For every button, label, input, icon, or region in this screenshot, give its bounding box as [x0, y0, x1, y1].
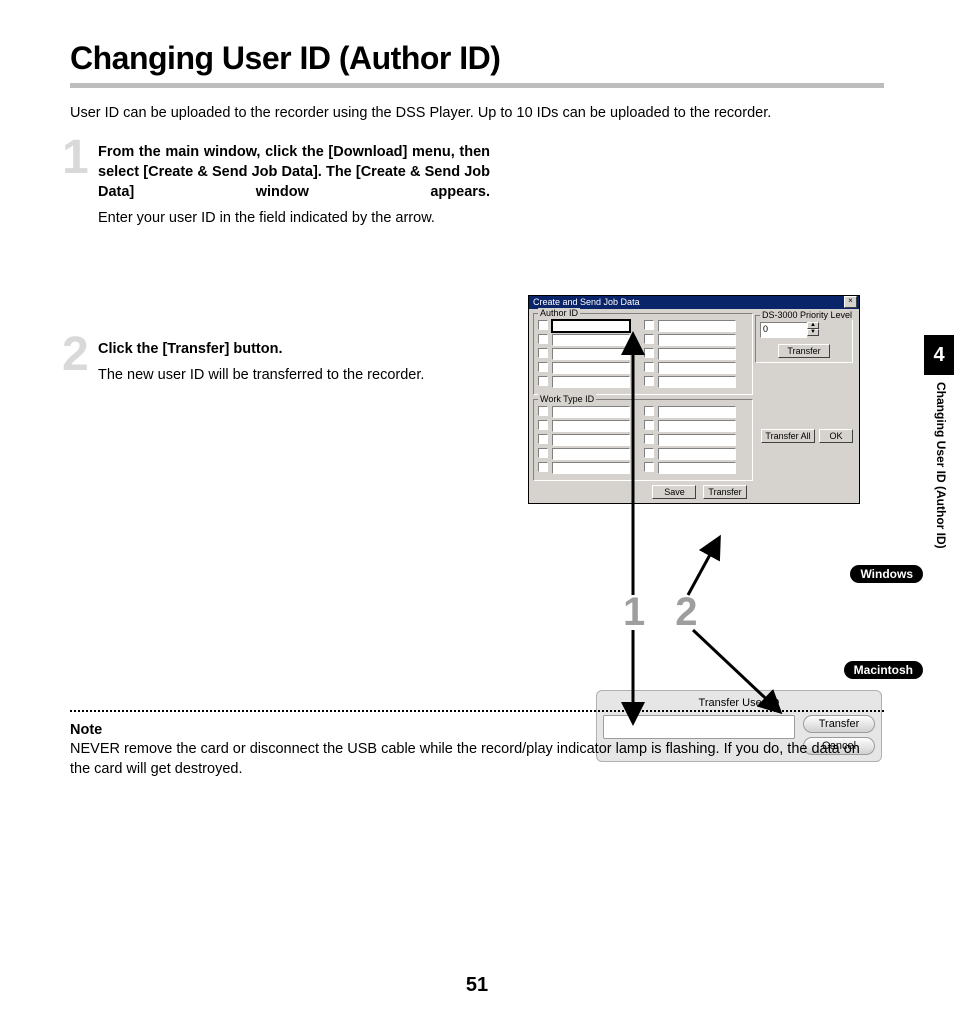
- work-type-field[interactable]: [658, 462, 736, 474]
- checkbox[interactable]: [644, 420, 654, 430]
- step-1: 1 From the main window, click the [Downl…: [70, 142, 490, 229]
- checkbox[interactable]: [644, 448, 654, 458]
- ok-button[interactable]: OK: [819, 429, 853, 443]
- step-1-heading: From the main window, click the [Downloa…: [98, 142, 490, 203]
- checkbox[interactable]: [644, 406, 654, 416]
- callout-1: 1: [623, 590, 645, 635]
- note-body: NEVER remove the card or disconnect the …: [70, 740, 884, 779]
- checkbox[interactable]: [644, 462, 654, 472]
- callout-2: 2: [675, 590, 697, 635]
- checkbox[interactable]: [538, 334, 548, 344]
- figure-area: Create and Send Job Data × Author ID Wor…: [528, 295, 923, 504]
- checkbox[interactable]: [644, 376, 654, 386]
- checkbox[interactable]: [644, 334, 654, 344]
- spinner-down-icon[interactable]: ▼: [807, 329, 819, 336]
- spinner-up-icon[interactable]: ▲: [807, 322, 819, 329]
- priority-spinner[interactable]: 0 ▲ ▼: [760, 322, 848, 338]
- author-id-field[interactable]: [552, 362, 630, 374]
- author-id-field[interactable]: [658, 348, 736, 360]
- work-type-field[interactable]: [658, 420, 736, 432]
- priority-value[interactable]: 0: [760, 322, 807, 338]
- checkbox[interactable]: [538, 320, 548, 330]
- side-running-title: Changing User ID (Author ID): [934, 382, 948, 549]
- checkbox[interactable]: [538, 434, 548, 444]
- priority-group: DS-3000 Priority Level 0 ▲ ▼ Transfer: [755, 315, 853, 363]
- author-id-group: Author ID: [533, 313, 753, 395]
- dotted-separator: [70, 710, 884, 712]
- note-heading: Note: [70, 722, 884, 738]
- page-title: Changing User ID (Author ID): [70, 40, 884, 77]
- author-id-field[interactable]: [658, 376, 736, 388]
- checkbox[interactable]: [538, 362, 548, 372]
- macintosh-pill: Macintosh: [844, 661, 923, 679]
- windows-dialog-title: Create and Send Job Data: [533, 297, 640, 307]
- author-id-field[interactable]: [658, 334, 736, 346]
- work-type-field[interactable]: [658, 448, 736, 460]
- work-type-field[interactable]: [658, 434, 736, 446]
- checkbox[interactable]: [538, 462, 548, 472]
- priority-label: DS-3000 Priority Level: [760, 310, 854, 320]
- intro-text: User ID can be uploaded to the recorder …: [70, 104, 884, 124]
- checkbox[interactable]: [644, 348, 654, 358]
- work-type-field[interactable]: [552, 420, 630, 432]
- windows-pill: Windows: [850, 565, 923, 583]
- windows-dialog: Create and Send Job Data × Author ID Wor…: [528, 295, 860, 504]
- right-buttons: Transfer All OK: [761, 429, 853, 443]
- title-rule: [70, 83, 884, 88]
- author-id-field[interactable]: [552, 334, 630, 346]
- checkbox[interactable]: [538, 420, 548, 430]
- checkbox[interactable]: [538, 348, 548, 358]
- work-type-id-group: Work Type ID: [533, 399, 753, 481]
- author-id-label: Author ID: [538, 308, 580, 318]
- step-1-body: Enter your user ID in the field indicate…: [98, 208, 490, 228]
- work-type-field[interactable]: [552, 406, 630, 418]
- step-2: 2 Click the [Transfer] button. The new u…: [70, 339, 490, 386]
- author-id-field[interactable]: [658, 320, 736, 332]
- author-id-field[interactable]: [552, 348, 630, 360]
- transfer-priority-button[interactable]: Transfer: [778, 344, 830, 358]
- checkbox[interactable]: [644, 320, 654, 330]
- windows-dialog-body: Author ID Work Type ID: [529, 309, 859, 503]
- checkbox[interactable]: [644, 362, 654, 372]
- step-number: 2: [62, 331, 89, 379]
- work-type-field[interactable]: [658, 406, 736, 418]
- transfer-all-button[interactable]: Transfer All: [761, 429, 815, 443]
- transfer-button[interactable]: Transfer: [703, 485, 747, 499]
- chapter-tab: 4: [924, 335, 954, 375]
- checkbox[interactable]: [538, 448, 548, 458]
- manual-page: Changing User ID (Author ID) User ID can…: [0, 0, 954, 1019]
- save-button[interactable]: Save: [652, 485, 696, 499]
- checkbox[interactable]: [538, 406, 548, 416]
- work-type-field[interactable]: [552, 462, 630, 474]
- note-section: Note NEVER remove the card or disconnect…: [70, 680, 884, 779]
- step-2-heading: Click the [Transfer] button.: [98, 339, 490, 359]
- author-id-field-highlighted[interactable]: [552, 320, 630, 332]
- checkbox[interactable]: [538, 376, 548, 386]
- page-number: 51: [0, 974, 954, 997]
- close-icon[interactable]: ×: [844, 296, 857, 308]
- instructions: 1 From the main window, click the [Downl…: [70, 142, 490, 386]
- author-id-field[interactable]: [658, 362, 736, 374]
- work-type-field[interactable]: [552, 448, 630, 460]
- callout-numbers: 1 2: [623, 590, 698, 635]
- author-id-field[interactable]: [552, 376, 630, 388]
- checkbox[interactable]: [644, 434, 654, 444]
- body-row: 1 From the main window, click the [Downl…: [70, 142, 884, 386]
- step-2-body: The new user ID will be transferred to t…: [98, 365, 490, 385]
- work-type-field[interactable]: [552, 434, 630, 446]
- step-number: 1: [62, 134, 89, 182]
- work-type-id-label: Work Type ID: [538, 394, 596, 404]
